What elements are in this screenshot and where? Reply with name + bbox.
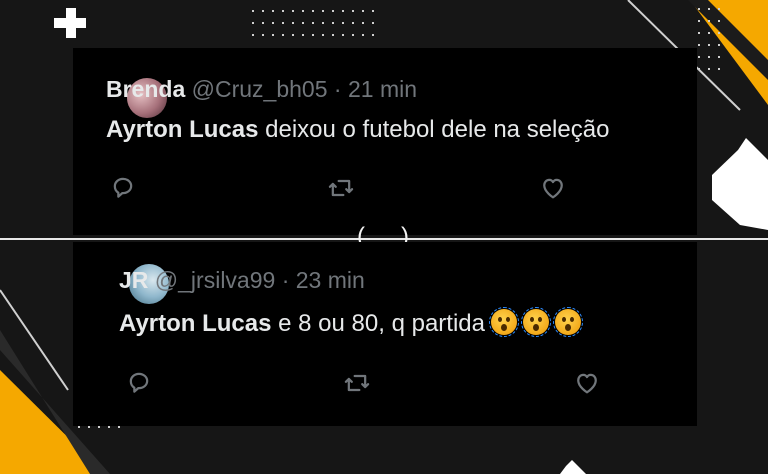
retweet-button[interactable] [343, 369, 371, 397]
retweet-button[interactable] [327, 174, 355, 202]
retweet-icon [344, 374, 370, 392]
tweet-text: Ayrton Lucas e 8 ou 80, q partida [119, 307, 583, 339]
divider-line [0, 238, 768, 240]
reply-icon [113, 177, 133, 198]
reply-icon [129, 372, 149, 393]
timestamp[interactable]: 23 min [296, 267, 365, 293]
mention-text: Ayrton Lucas [119, 310, 272, 337]
astonished-face-icon [552, 307, 583, 337]
reply-button[interactable] [125, 369, 153, 397]
user-handle[interactable]: @Cruz_bh05 [192, 76, 328, 102]
like-icon [543, 178, 563, 199]
astonished-face-icon [520, 307, 551, 337]
tweet-card-2[interactable]: JR @_jrsilva99 · 23 min Ayrton Lucas e 8… [73, 242, 697, 426]
tweet-header: JR @_jrsilva99 · 23 min [119, 266, 365, 294]
tweet-header: Brenda @Cruz_bh05 · 21 min [106, 75, 417, 103]
like-button[interactable] [539, 174, 567, 202]
display-name[interactable]: JR [119, 267, 148, 293]
user-handle[interactable]: @_jrsilva99 [155, 267, 276, 293]
separator-dot: · [281, 267, 290, 293]
tweet-text: Ayrton Lucas deixou o futebol dele na se… [106, 115, 609, 145]
astonished-face-icon [488, 307, 519, 337]
timestamp[interactable]: 21 min [348, 76, 417, 102]
reply-button[interactable] [109, 174, 137, 202]
tweet-card-1[interactable]: Brenda @Cruz_bh05 · 21 min Ayrton Lucas … [73, 48, 697, 235]
separator-dot: · [333, 76, 342, 102]
tweet-body: deixou o futebol dele na seleção [258, 116, 610, 143]
tweet-body: e 8 ou 80, q partida [271, 310, 485, 337]
mention-text: Ayrton Lucas [106, 116, 259, 143]
retweet-icon [328, 179, 354, 197]
like-button[interactable] [573, 369, 601, 397]
display-name[interactable]: Brenda [106, 76, 185, 102]
like-icon [577, 373, 597, 394]
